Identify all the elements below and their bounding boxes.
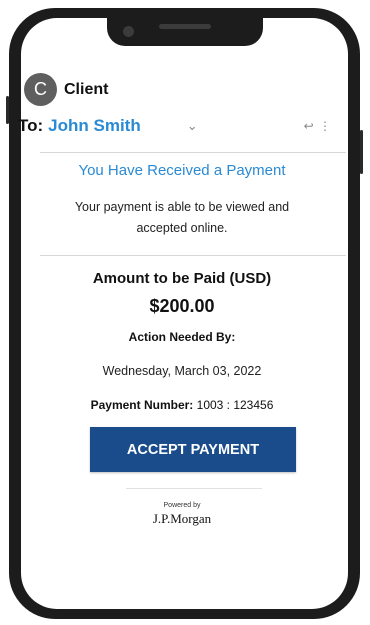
camera-icon bbox=[122, 26, 134, 37]
email-headline: You Have Received a Payment bbox=[78, 162, 286, 179]
recipient-row[interactable]: To: John Smith ⌄ ↩ ⋮ bbox=[18, 113, 336, 139]
amount-label: Amount to be Paid (USD) bbox=[92, 270, 272, 287]
footer-divider bbox=[126, 488, 262, 489]
powered-by-label: Powered by bbox=[163, 502, 201, 509]
speaker-icon bbox=[158, 24, 211, 29]
payment-number-label: Payment Number: bbox=[90, 398, 194, 412]
phone-notch bbox=[106, 18, 263, 46]
description-line: accepted online. bbox=[136, 221, 228, 235]
volume-button bbox=[6, 96, 9, 124]
action-needed-label: Action Needed By: bbox=[128, 330, 236, 344]
due-date: Wednesday, March 03, 2022 bbox=[102, 364, 262, 378]
avatar: C bbox=[24, 73, 57, 106]
reply-icon[interactable]: ↩ ⋮ bbox=[304, 119, 332, 133]
email-sender: C Client bbox=[24, 73, 108, 106]
chevron-down-icon[interactable]: ⌄ bbox=[187, 118, 198, 134]
payment-number-row: Payment Number: 1003 : 123456 bbox=[30, 398, 334, 412]
payment-amount: $200.00 bbox=[149, 296, 215, 316]
description-line: Your payment is able to be viewed and bbox=[74, 200, 290, 214]
accept-payment-button[interactable]: ACCEPT PAYMENT bbox=[90, 427, 296, 472]
email-description: Your payment is able to be viewed and ac… bbox=[40, 197, 324, 239]
header-divider bbox=[40, 152, 346, 153]
sender-name: Client bbox=[64, 80, 109, 98]
to-label: To: bbox=[18, 116, 44, 135]
power-button bbox=[360, 130, 363, 174]
payment-number: 1003 : 123456 bbox=[196, 398, 274, 412]
jpmorgan-logo: J.P.Morgan bbox=[152, 511, 212, 526]
recipient-name[interactable]: John Smith bbox=[48, 116, 141, 136]
content-divider bbox=[40, 255, 346, 256]
